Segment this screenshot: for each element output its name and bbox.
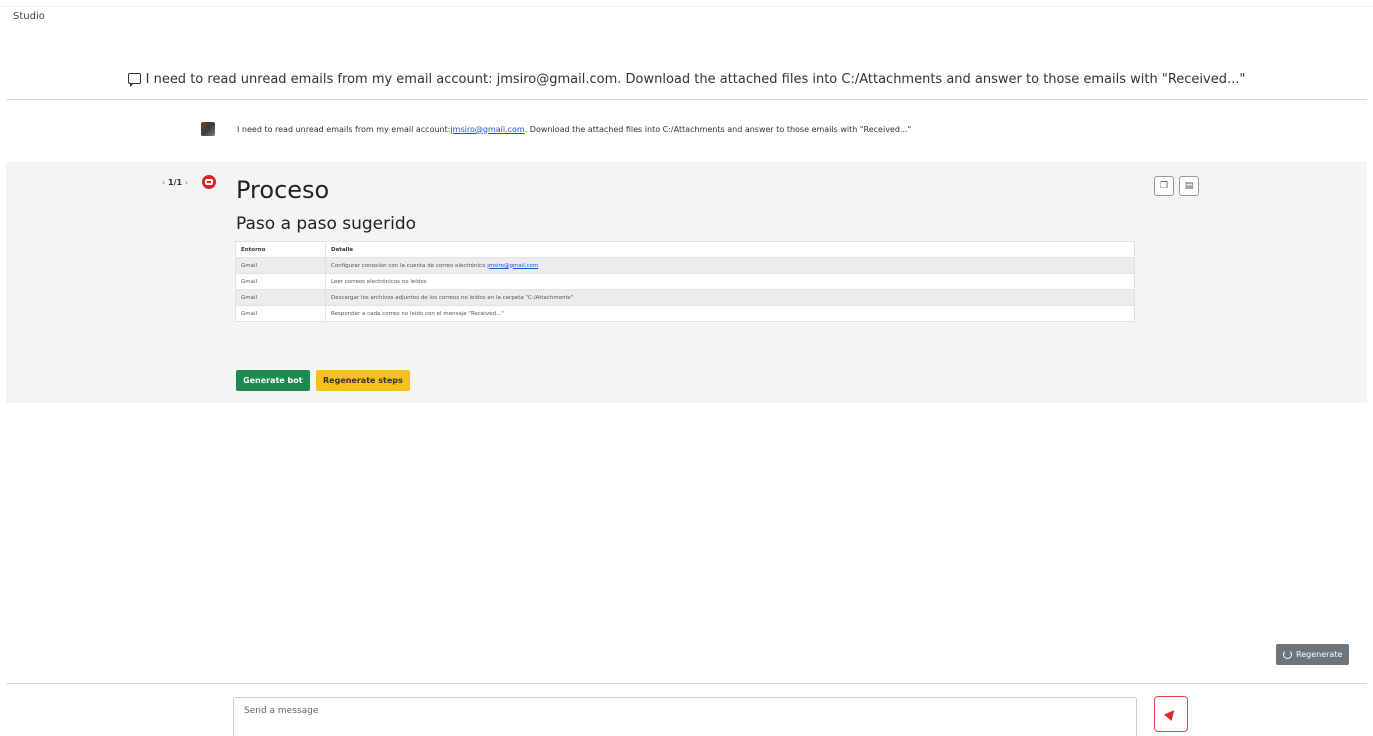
- column-header-entorno: Entorno: [235, 241, 326, 258]
- send-icon: [1163, 706, 1179, 722]
- regenerate-steps-button[interactable]: Regenerate steps: [316, 370, 410, 391]
- response-subheading: Paso a paso sugerido: [236, 214, 417, 234]
- conversation-title: I need to read unread emails from my ema…: [0, 72, 1373, 87]
- regenerate-button[interactable]: Regenerate: [1276, 644, 1350, 665]
- refresh-icon: [1283, 650, 1292, 659]
- table-row: Gmail Descargar los archivos adjuntos de…: [235, 289, 1135, 306]
- chat-bubble-icon: [127, 73, 141, 87]
- footer-divider: [6, 683, 1367, 684]
- top-rule: [0, 6, 1373, 7]
- generate-bot-button[interactable]: Generate bot: [236, 370, 310, 391]
- table-header-row: Entorno Detalle: [235, 241, 1135, 258]
- document-button[interactable]: ▤: [1179, 176, 1199, 196]
- copy-icon: ❐: [1159, 181, 1169, 191]
- document-icon: ▤: [1184, 181, 1194, 191]
- user-message: I need to read unread emails from my ema…: [201, 122, 911, 136]
- cell-detalle: Leer correos electrónicos no leídos: [325, 273, 1135, 290]
- divider: [6, 99, 1367, 100]
- email-link[interactable]: jmsiro@gmail.com: [450, 125, 524, 134]
- cell-entorno: Gmail: [235, 273, 326, 290]
- pager-count: 1/1: [168, 178, 183, 187]
- cell-entorno: Gmail: [235, 305, 326, 322]
- conversation-title-text: I need to read unread emails from my ema…: [145, 72, 1246, 87]
- table-row: Gmail Responder a cada correo no leído c…: [235, 305, 1135, 322]
- column-header-detalle: Detalle: [325, 241, 1135, 258]
- copy-button[interactable]: ❐: [1154, 176, 1174, 196]
- user-message-text-after: . Download the attached files into C:/At…: [524, 124, 912, 134]
- assistant-response: ‹ 1/1 › Proceso Paso a paso sugerido ❐ ▤…: [6, 162, 1367, 403]
- table-row: Gmail Leer correos electrónicos no leído…: [235, 273, 1135, 290]
- pager-next-icon[interactable]: ›: [185, 178, 188, 187]
- response-pager: ‹ 1/1 ›: [162, 178, 188, 187]
- cell-detalle: Configurar conexión con la cuenta de cor…: [325, 257, 1135, 274]
- send-button[interactable]: [1154, 696, 1188, 732]
- cell-entorno: Gmail: [235, 257, 326, 274]
- cell-entorno: Gmail: [235, 289, 326, 306]
- regenerate-label: Regenerate: [1296, 650, 1343, 659]
- user-avatar: [201, 122, 215, 136]
- table-row: Gmail Configurar conexión con la cuenta …: [235, 257, 1135, 274]
- pager-prev-icon[interactable]: ‹: [162, 178, 165, 187]
- cell-detalle: Descargar los archivos adjuntos de los c…: [325, 289, 1135, 306]
- cell-detalle: Responder a cada correo no leído con el …: [325, 305, 1135, 322]
- app-label: Studio: [13, 11, 45, 22]
- email-link[interactable]: jmsiro@gmail.com: [487, 263, 538, 269]
- message-input[interactable]: [233, 697, 1137, 736]
- user-message-text: I need to read unread emails from my ema…: [237, 124, 451, 134]
- steps-table: Entorno Detalle Gmail Configurar conexió…: [235, 241, 1135, 322]
- cell-detalle-text: Configurar conexión con la cuenta de cor…: [331, 262, 488, 269]
- bot-avatar-icon: [202, 175, 216, 189]
- response-heading: Proceso: [236, 176, 330, 204]
